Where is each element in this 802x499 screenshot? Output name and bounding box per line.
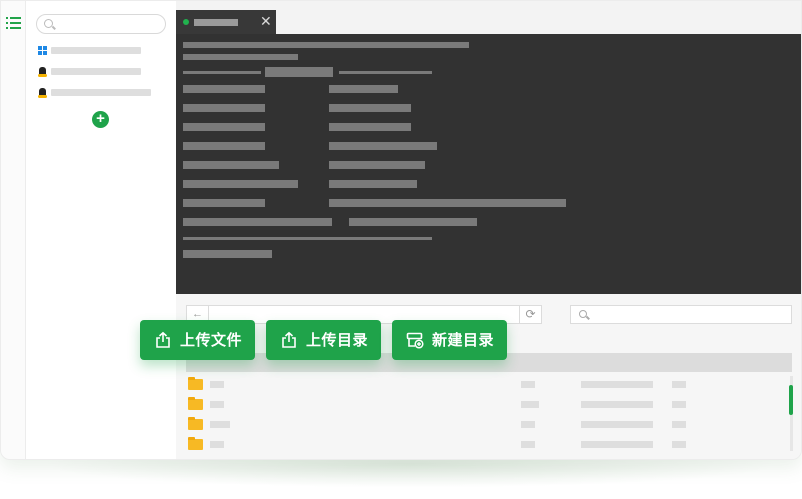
search-icon (44, 19, 53, 28)
host-sidebar: + (26, 1, 176, 459)
table-row[interactable] (188, 417, 778, 430)
terminal-line (265, 67, 333, 77)
host-item-linux-1[interactable] (38, 66, 166, 78)
terminal-output[interactable] (176, 34, 801, 294)
terminal-line (349, 218, 477, 226)
terminal-line (183, 199, 265, 207)
upload-file-label: 上传文件 (180, 331, 243, 349)
terminal-line (183, 142, 265, 150)
refresh-icon[interactable]: ⟳ (519, 306, 541, 323)
folder-icon (188, 397, 203, 410)
terminal-line (183, 85, 265, 93)
terminal-line (329, 123, 411, 131)
app-window: + ✕ ← ⟳ (0, 0, 802, 460)
terminal-line (329, 180, 417, 188)
upload-directory-button[interactable]: 上传目录 (266, 320, 381, 360)
terminal-line (329, 199, 566, 207)
terminal-line (329, 85, 398, 93)
file-browser: ← ⟳ (176, 294, 801, 459)
upload-file-button[interactable]: 上传文件 (140, 320, 255, 360)
connection-status-dot (183, 19, 189, 25)
terminal-line (183, 104, 265, 112)
windows-icon (38, 46, 47, 55)
table-row[interactable] (188, 437, 778, 450)
terminal-tab[interactable]: ✕ (176, 10, 276, 34)
terminal-line (329, 104, 411, 112)
terminal-line (339, 71, 432, 74)
tab-title-placeholder (194, 19, 238, 26)
new-directory-label: 新建目录 (432, 331, 495, 349)
folder-icon (188, 377, 203, 390)
folder-icon (188, 417, 203, 430)
terminal-line (183, 71, 261, 74)
new-folder-icon (406, 332, 424, 349)
app-stage: + ✕ ← ⟳ 上传文件 上传目录 新建目录 (0, 0, 802, 499)
host-name-placeholder (51, 47, 141, 54)
terminal-line (183, 250, 272, 258)
close-icon[interactable]: ✕ (260, 13, 272, 29)
folder-icon (188, 437, 203, 450)
host-search-input[interactable] (36, 14, 166, 34)
scrollbar-thumb[interactable] (789, 385, 793, 415)
host-name-placeholder (51, 89, 151, 96)
terminal-line (329, 142, 437, 150)
table-row[interactable] (188, 377, 778, 390)
terminal-line (329, 161, 425, 169)
table-row[interactable] (188, 397, 778, 410)
list-menu-icon[interactable] (6, 16, 21, 30)
terminal-line (183, 123, 265, 131)
terminal-line (183, 42, 469, 48)
add-host-button[interactable]: + (92, 111, 109, 128)
left-rail (1, 1, 26, 459)
terminal-line (183, 180, 298, 188)
host-item-windows[interactable] (38, 45, 166, 57)
file-search-input[interactable] (570, 305, 792, 324)
search-icon (579, 310, 587, 318)
upload-icon (282, 331, 296, 348)
terminal-line (183, 161, 279, 169)
terminal-line (183, 218, 332, 226)
host-name-placeholder (51, 68, 141, 75)
linux-tux-icon (38, 67, 47, 77)
linux-tux-icon (38, 88, 47, 98)
terminal-line (183, 54, 298, 60)
upload-directory-label: 上传目录 (306, 331, 369, 349)
host-item-linux-2[interactable] (38, 87, 166, 99)
upload-icon (156, 331, 170, 348)
terminal-line (183, 237, 432, 240)
terminal-tabbar: ✕ (176, 1, 801, 34)
new-directory-button[interactable]: 新建目录 (392, 320, 507, 360)
